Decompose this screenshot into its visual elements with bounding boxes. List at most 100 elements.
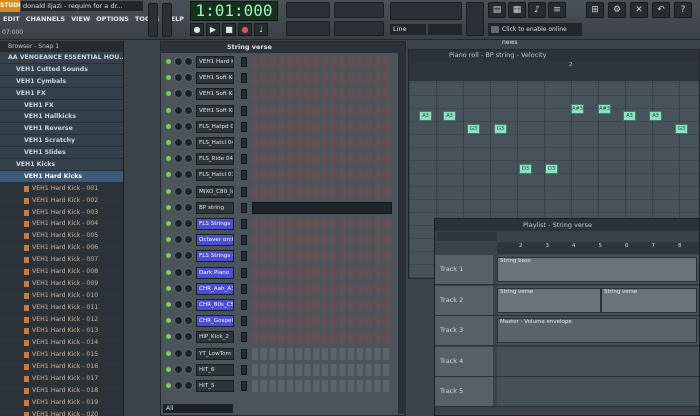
stop-button[interactable]: ■	[222, 23, 236, 36]
help-icon[interactable]: ?	[674, 2, 692, 18]
volume-knob[interactable]	[184, 73, 193, 83]
volume-knob[interactable]	[184, 316, 193, 326]
track-lane[interactable]: Master - Volume envelope	[497, 316, 699, 345]
channel-mute-led[interactable]	[166, 366, 171, 372]
pan-knob[interactable]	[174, 121, 183, 131]
step-buttons[interactable]	[252, 347, 392, 360]
pan-knob[interactable]	[174, 332, 183, 342]
channel-filter-select[interactable]: All	[163, 404, 233, 413]
pattern-selector[interactable]	[466, 2, 484, 36]
channel-select-indicator[interactable]	[241, 381, 247, 391]
volume-knob[interactable]	[184, 381, 193, 390]
browser-file[interactable]: VEH1 Hard Kick - 012	[0, 313, 123, 326]
channel-mute-led[interactable]	[166, 107, 171, 113]
volume-knob[interactable]	[184, 138, 193, 147]
volume-knob[interactable]	[184, 219, 193, 228]
undo-icon[interactable]: ↶	[652, 2, 670, 18]
pan-knob[interactable]	[174, 235, 183, 245]
browser-file[interactable]: VEH1 Hard Kick - 017	[0, 373, 123, 385]
channel-mute-led[interactable]	[166, 302, 171, 307]
channel-select-indicator[interactable]	[241, 332, 247, 343]
piano-note[interactable]: A#3	[571, 104, 584, 115]
browser-file[interactable]: VEH1 Hard Kick - 018	[0, 384, 123, 397]
channel-name-button[interactable]: FLS Strings #2	[196, 250, 234, 263]
channel-select-indicator[interactable]	[241, 89, 247, 100]
channel-name-button[interactable]: FLS Strings	[196, 218, 234, 230]
channel-name-button[interactable]: FLS_Hatpd 04	[196, 120, 234, 133]
pattern-mode-button[interactable]: ●	[190, 23, 204, 36]
volume-knob[interactable]	[184, 202, 193, 212]
browser-file[interactable]: VEH1 Hard Kick - 008	[0, 266, 123, 278]
step-buttons[interactable]	[252, 185, 392, 198]
channel-mute-led[interactable]	[166, 91, 171, 97]
pan-knob[interactable]	[174, 251, 183, 261]
playlist-toolbar[interactable]	[437, 232, 497, 241]
snap-mode-select[interactable]: Line	[390, 24, 426, 35]
playlist-icon[interactable]: ▤	[488, 2, 506, 18]
record-button[interactable]: ●	[238, 23, 252, 36]
channel-select-indicator[interactable]	[241, 316, 247, 327]
channel-select-indicator[interactable]	[241, 283, 247, 294]
volume-knob[interactable]	[184, 300, 193, 309]
pan-knob[interactable]	[174, 89, 183, 99]
piano-note[interactable]: D3	[519, 163, 532, 174]
browser-file[interactable]: VEH1 Hard Kick - 006	[0, 242, 123, 255]
step-buttons[interactable]	[252, 266, 392, 279]
menu-view[interactable]: VIEW	[68, 13, 93, 25]
browser-file[interactable]: VEH1 Hard Kick - 004	[0, 218, 123, 231]
pattern-display[interactable]	[390, 2, 462, 20]
piano-note[interactable]: G3	[675, 124, 688, 134]
step-buttons[interactable]	[252, 88, 392, 101]
channel-name-button[interactable]: VEH1 Hard Ki...	[196, 56, 234, 68]
sequencer-scrollbar[interactable]	[398, 52, 406, 414]
browser-folder[interactable]: VEH1 FX	[0, 99, 123, 112]
step-buttons[interactable]	[252, 218, 392, 230]
channel-select-indicator[interactable]	[241, 300, 247, 310]
master-pitch-slider[interactable]	[162, 3, 172, 37]
track-lane[interactable]: String bass	[497, 255, 699, 284]
volume-knob[interactable]	[184, 267, 193, 277]
menu-edit[interactable]: EDIT	[0, 13, 23, 25]
channel-name-button[interactable]: Octaver orche...	[196, 234, 234, 247]
channel-mute-led[interactable]	[166, 350, 171, 356]
channel-mute-led[interactable]	[166, 204, 171, 210]
menu-channels[interactable]: CHANNELS	[23, 13, 68, 25]
channel-name-button[interactable]: HiT_6	[196, 363, 234, 376]
pan-knob[interactable]	[174, 57, 183, 66]
pan-knob[interactable]	[174, 105, 183, 115]
track-label[interactable]: Track 3	[435, 316, 493, 345]
step-buttons[interactable]	[252, 315, 392, 328]
channel-mute-led[interactable]	[166, 123, 171, 129]
volume-knob[interactable]	[184, 105, 193, 115]
browser-file[interactable]: VEH1 Hard Kick - 009	[0, 277, 123, 290]
browser-file[interactable]: VEH1 Hard Kick - 015	[0, 349, 123, 362]
channel-mute-led[interactable]	[166, 285, 171, 291]
channel-name-button[interactable]: MIXO_C80_log	[196, 185, 234, 198]
piano-note[interactable]: A3	[649, 110, 662, 121]
browser-file[interactable]: VEH1 Hard Kick - 016	[0, 361, 123, 374]
browser-icon[interactable]: ≡	[548, 2, 566, 18]
browser-folder[interactable]: VEH1 Slides	[0, 147, 123, 160]
channel-name-button[interactable]: CHR_Gospel_...	[196, 315, 234, 328]
channel-mute-led[interactable]	[166, 59, 171, 64]
mixer-icon[interactable]: ⊞	[586, 2, 604, 18]
volume-knob[interactable]	[184, 170, 193, 180]
channel-select-indicator[interactable]	[241, 251, 247, 262]
volume-knob[interactable]	[184, 364, 193, 374]
tempo-button[interactable]: ♩	[254, 23, 268, 36]
volume-knob[interactable]	[184, 332, 193, 342]
channel-mute-led[interactable]	[166, 172, 171, 178]
pan-knob[interactable]	[174, 348, 183, 358]
browser-file[interactable]: VEH1 Hard Kick - 003	[0, 206, 123, 219]
piano-note[interactable]: A3	[623, 110, 636, 121]
pan-knob[interactable]	[174, 300, 183, 309]
channel-select-indicator[interactable]	[241, 219, 247, 229]
step-buttons[interactable]	[252, 169, 392, 182]
step-buttons[interactable]	[252, 331, 392, 344]
piano-roll-ruler[interactable]: 2	[409, 61, 699, 81]
volume-knob[interactable]	[184, 186, 193, 196]
piano-note[interactable]: A3	[419, 110, 432, 121]
plugin-icon[interactable]: ⚙	[608, 2, 626, 18]
channel-mute-led[interactable]	[166, 269, 171, 275]
step-buttons[interactable]	[252, 363, 392, 376]
